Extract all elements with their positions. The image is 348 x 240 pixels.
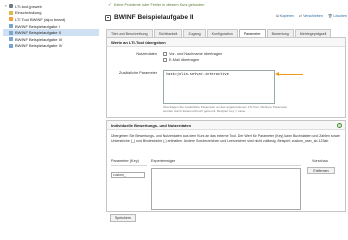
main-content: ✓ Keine Probleme oder Fehler in diesem K…	[104, 0, 348, 227]
email-checkbox[interactable]	[163, 58, 167, 62]
custom-data-heading: Individuelle Bewertungs- und Nutzerdaten	[107, 121, 345, 130]
course-tree: ▾ LTI-tool.jpsweb Einschränkung LTI Tool…	[3, 3, 99, 49]
tree-item-aufgabe-4[interactable]: BWINF Beispielaufgabe IV	[3, 43, 99, 50]
tab-konfiguration[interactable]: Konfiguration	[206, 29, 238, 37]
tree-item-label: LTI Tool BWINF (alpu beant)	[15, 16, 66, 22]
tree-item-label: BWINF Beispielaufgabe IV	[15, 43, 63, 49]
tab-parameter[interactable]: Parameter	[238, 29, 266, 37]
nutzerdaten-label: Nutzerdaten	[136, 52, 157, 56]
move-button[interactable]: ⇄ Verschieben	[299, 14, 323, 18]
tree-item-aufgabe-2[interactable]: BWINF Beispielaufgabe II	[3, 29, 99, 36]
tree-item-aufgabe-3[interactable]: BWINF Beispielaufgabe III	[3, 36, 99, 43]
column-value-header: Expertenwiger	[151, 159, 176, 163]
document-icon	[9, 43, 13, 48]
tab-bewertung[interactable]: Bewertung	[266, 29, 294, 37]
tree-item-einschraenkung[interactable]: Einschränkung	[3, 10, 99, 17]
tree-item-label: BWINF Beispielaufgabe III	[15, 36, 62, 42]
move-icon: ⇄	[299, 14, 303, 18]
tab-sichtbarkeit[interactable]: Sichtbarkeit	[153, 29, 183, 37]
custom-data-description: Übergeben Sie Bewertungs- und Nutzerdate…	[111, 134, 340, 143]
copy-label: Kopieren	[279, 14, 295, 18]
header-actions: ⧉ Kopieren ⇄ Verschieben 🗑 Löschen	[276, 14, 347, 18]
remove-button[interactable]: Entfernen	[307, 167, 335, 174]
document-icon	[9, 24, 13, 29]
course-root-icon	[9, 4, 13, 9]
values-panel-heading: Werte an LTI-Tool übergeben	[107, 38, 345, 47]
tree-item-label: LTI-tool.jpsweb	[15, 3, 42, 9]
divider	[111, 165, 147, 166]
page-title: BWINF Beispielaufgabe II	[114, 14, 194, 21]
tree-item-label: BWINF Beispielaufgabe I	[15, 23, 60, 29]
copy-icon: ⧉	[276, 14, 279, 18]
trash-icon: 🗑	[327, 14, 333, 18]
name-checkbox-label: Vor- und Nachname übertragen	[169, 51, 223, 56]
tree-item-lti-tool[interactable]: LTI Tool BWINF (alpu beant)	[3, 16, 99, 23]
page-header: BWINF Beispielaufgabe II ⧉ Kopieren ⇄ Vers…	[105, 13, 347, 22]
status-message: ✓ Keine Probleme oder Fehler in diesem K…	[108, 2, 204, 8]
parameter-label: Zusätzliche Parameter	[119, 71, 157, 75]
course-element-icon	[105, 14, 111, 21]
parameter-value-textarea[interactable]	[151, 168, 301, 210]
name-checkbox[interactable]	[163, 52, 167, 56]
tab-zugang[interactable]: Zugang	[183, 29, 206, 37]
parameter-key-input[interactable]: custom_	[111, 172, 145, 178]
parameter-help-text: Übertragen Sie zusätzliche Parameter an …	[163, 105, 288, 113]
column-key-header: Parameter (Key)	[111, 159, 139, 163]
tab-metriegepraegsell[interactable]: Metriegeprägsell	[294, 29, 332, 37]
values-panel: Werte an LTI-Tool übergeben Nutzerdaten …	[106, 37, 346, 118]
info-icon[interactable]: ?	[337, 123, 342, 128]
delete-label: Löschen	[333, 14, 347, 18]
tree-item-label: Einschränkung	[15, 10, 42, 16]
expand-icon[interactable]: ▾	[5, 4, 8, 8]
email-checkbox-label: E-Mail übertragen	[169, 57, 200, 62]
copy-button[interactable]: ⧉ Kopieren	[276, 14, 294, 18]
column-actions-header: Vorschau	[312, 159, 328, 163]
tree-item-root[interactable]: ▾ LTI-tool.jpsweb	[3, 3, 99, 10]
folder-icon	[9, 10, 13, 15]
lti-tool-icon	[9, 17, 13, 22]
highlight-arrow-icon	[275, 72, 303, 76]
tab-bar: Titel und Beschreibung Sichtbarkeit Zuga…	[106, 29, 332, 37]
divider	[151, 165, 301, 166]
delete-button[interactable]: 🗑 Löschen	[328, 14, 347, 18]
custom-data-panel: Individuelle Bewertungs- und Nutzerdaten…	[106, 120, 346, 212]
move-label: Verschieben	[303, 14, 323, 18]
parameter-textarea[interactable]: task=julia-setvar-interactive	[163, 70, 275, 104]
tree-item-aufgabe-1[interactable]: BWINF Beispielaufgabe I	[3, 23, 99, 30]
document-icon	[9, 30, 13, 35]
tab-titel[interactable]: Titel und Beschreibung	[106, 29, 153, 37]
tree-item-label: BWINF Beispielaufgabe II	[15, 30, 61, 36]
status-message-text: Keine Probleme oder Fehler in diesem Kur…	[113, 3, 205, 7]
check-icon: ✓	[108, 2, 112, 7]
save-button[interactable]: Speichern	[110, 214, 136, 222]
document-icon	[9, 37, 13, 42]
